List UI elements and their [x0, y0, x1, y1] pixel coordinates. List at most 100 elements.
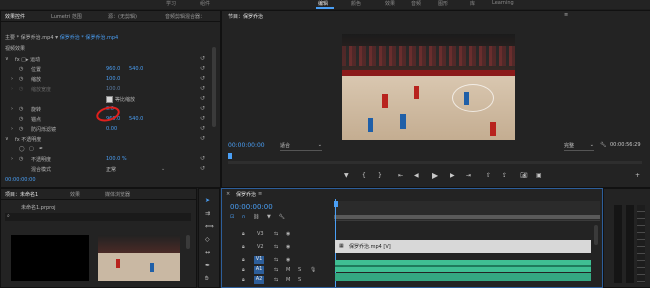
nav-library[interactable]: 库 [470, 0, 475, 7]
selection-tool-icon[interactable]: ➤ [205, 197, 210, 204]
playhead[interactable] [228, 153, 232, 159]
menu-icon[interactable]: ≡ [564, 12, 568, 18]
expand-arrow-icon[interactable]: › [11, 126, 13, 132]
tab-audio-mixer[interactable]: 音频剪辑混合器： [165, 13, 205, 20]
reset-icon[interactable]: ↺ [200, 135, 205, 142]
mute-icon[interactable]: M [286, 277, 290, 283]
slip-tool-icon[interactable]: ↔ [205, 249, 210, 256]
expand-chevron-icon[interactable]: ∨ [5, 136, 9, 142]
reset-icon[interactable]: ↺ [200, 55, 205, 62]
audio-clip-a2[interactable] [335, 273, 591, 281]
nav-audio[interactable]: 音频 [411, 0, 421, 7]
position-x-value[interactable]: 960.0 [106, 66, 120, 72]
lock-icon[interactable]: 🔒︎ [242, 277, 245, 283]
add-button-icon[interactable]: + [635, 172, 640, 179]
nav-graphics[interactable]: 图形 [438, 0, 448, 7]
razor-tool-icon[interactable]: ◇ [205, 236, 210, 243]
position-y-value[interactable]: 540.0 [129, 66, 143, 72]
microphone-icon[interactable]: 🎙︎ [310, 267, 316, 273]
stopwatch-icon[interactable]: ◷ [19, 116, 23, 122]
video-clip[interactable]: ▦ 保罗乔治.mp4 [V] [335, 240, 591, 253]
nav-learn[interactable]: 学习 [166, 0, 176, 7]
compare-view-icon[interactable]: ▣ [536, 172, 542, 179]
nav-color[interactable]: 颜色 [351, 0, 361, 7]
bin-thumbnail[interactable] [11, 235, 89, 281]
export-frame-icon[interactable]: 📷︎ [520, 172, 528, 179]
tab-project[interactable]: 项目：未命名1 [5, 191, 38, 198]
ripple-edit-tool-icon[interactable]: ⟺ [205, 223, 214, 230]
mark-in-icon[interactable]: { [362, 172, 366, 179]
eye-icon[interactable]: ◉ [286, 257, 290, 263]
track-label-v3[interactable]: V3 [257, 231, 264, 237]
scrollbar[interactable] [186, 235, 190, 249]
nav-learning[interactable]: Learning [492, 0, 514, 6]
track-label-v1[interactable]: V1 [254, 256, 264, 264]
ellipse-mask-icon[interactable]: ◯ [19, 146, 25, 152]
antiflicker-value[interactable]: 0.00 [106, 126, 117, 132]
expand-arrow-icon[interactable]: › [11, 106, 13, 112]
sync-icon[interactable]: ⇆ [274, 231, 278, 237]
reset-icon[interactable]: ↺ [200, 95, 205, 102]
work-area-bar[interactable] [334, 215, 600, 219]
tab-effect-controls[interactable]: 效果控件 [5, 13, 25, 20]
scrollbar[interactable] [594, 225, 598, 245]
reset-icon[interactable]: ↺ [200, 155, 205, 162]
reset-icon[interactable]: ↺ [200, 115, 205, 122]
play-icon[interactable]: ▶ [432, 171, 438, 180]
effect-controls-timecode[interactable]: 00:00:00:00 [5, 177, 36, 183]
nav-effects[interactable]: 效果 [385, 0, 395, 7]
lock-icon[interactable]: 🔒︎ [242, 267, 245, 273]
rectangle-mask-icon[interactable]: ▢ [29, 146, 34, 152]
tab-lumetri-scopes[interactable]: Lumetri 范围 [51, 13, 82, 20]
eye-icon[interactable]: ◉ [286, 244, 290, 250]
stopwatch-icon[interactable]: ◷ [19, 106, 23, 112]
stopwatch-icon[interactable]: ◷ [19, 156, 23, 162]
blend-mode-select[interactable]: 正常 [106, 166, 116, 173]
timeline-tab[interactable]: 保罗乔治 [236, 191, 256, 198]
hand-tool-icon[interactable]: ✋︎ [205, 275, 208, 283]
audio-clip[interactable] [335, 260, 591, 272]
track-label-a2[interactable]: A2 [254, 276, 264, 284]
zoom-scrollbar[interactable] [228, 161, 642, 164]
timeline-timecode[interactable]: 00:00:00:00 [230, 203, 273, 211]
go-to-out-icon[interactable]: ⇥ [466, 172, 471, 179]
program-timecode[interactable]: 00:00:00:00 [228, 142, 265, 149]
pen-mask-icon[interactable]: ✒ [39, 146, 43, 152]
timeline-ruler[interactable] [334, 201, 600, 221]
stopwatch-icon[interactable]: ◷ [19, 66, 23, 72]
eye-icon[interactable]: ◉ [286, 231, 290, 237]
mute-icon[interactable]: M [286, 267, 290, 273]
sync-icon[interactable]: ⇆ [274, 257, 278, 263]
extract-icon[interactable]: ⇪ [502, 172, 507, 179]
pen-tool-icon[interactable]: ✒ [205, 262, 210, 269]
linked-selection-icon[interactable]: ⛓ [253, 214, 259, 220]
lock-icon[interactable]: 🔒︎ [242, 244, 245, 250]
nav-assembly[interactable]: 组件 [200, 0, 210, 7]
search-input[interactable]: ⌕ [5, 213, 191, 221]
expand-arrow-icon[interactable]: › [11, 76, 13, 82]
nest-icon[interactable]: ⊡ [230, 214, 234, 220]
expand-arrow-icon[interactable]: › [11, 156, 13, 162]
effect-opacity-row[interactable]: ∨ fx 不透明度 ↺ [1, 135, 211, 143]
effect-motion-row[interactable]: ∨ fx □▸ 运动 ↺ [1, 55, 211, 63]
fit-select[interactable]: 适合 ⌄ [280, 142, 322, 151]
breadcrumb-clip[interactable]: 保罗乔治 * 保罗乔治.mp4 [60, 35, 119, 41]
wrench-icon[interactable]: 🔧︎ [600, 142, 606, 148]
track-label-a1[interactable]: A1 [254, 266, 264, 274]
lift-icon[interactable]: ⇧ [486, 172, 491, 179]
snap-icon[interactable]: ∩ [242, 214, 246, 220]
sync-icon[interactable]: ⇆ [274, 267, 278, 273]
wrench-icon[interactable]: 🔧︎ [278, 214, 284, 220]
step-forward-icon[interactable]: ▶ [450, 172, 455, 179]
reset-icon[interactable]: ↺ [200, 105, 205, 112]
reset-icon[interactable]: ↺ [200, 85, 205, 92]
reset-icon[interactable]: ↺ [200, 65, 205, 72]
close-icon[interactable]: × [226, 191, 230, 197]
solo-icon[interactable]: S [298, 277, 301, 283]
sync-icon[interactable]: ⇆ [274, 277, 278, 283]
uniform-scale-checkbox[interactable] [106, 96, 113, 103]
add-marker-icon[interactable]: ▼ [267, 214, 271, 220]
anchor-y-value[interactable]: 540.0 [129, 116, 143, 122]
clip-thumbnail[interactable] [98, 235, 180, 281]
lock-icon[interactable]: 🔒︎ [242, 231, 245, 237]
